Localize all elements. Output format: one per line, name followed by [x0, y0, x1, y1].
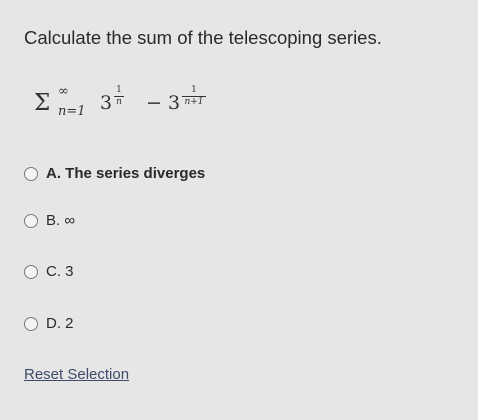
- question-prompt: Calculate the sum of the telescoping ser…: [24, 27, 382, 48]
- option-b[interactable]: B. ∞: [24, 212, 75, 229]
- option-a-letter: A.: [46, 165, 61, 182]
- option-d-letter: D.: [46, 315, 61, 332]
- option-b-letter: B.: [46, 212, 61, 229]
- series-formula: Σ ∞ n=1 3 1 n − 3 1 n+1: [34, 84, 234, 130]
- option-b-radio[interactable]: [24, 213, 38, 228]
- upper-limit: ∞: [58, 84, 69, 99]
- option-c[interactable]: C. 3: [24, 263, 74, 280]
- option-a-text: The series diverges: [65, 165, 206, 182]
- exp2-denominator: n+1: [184, 97, 204, 107]
- term2-base: 3: [168, 92, 181, 114]
- term1-base: 3: [100, 92, 113, 114]
- option-d[interactable]: D. 2: [24, 315, 74, 332]
- option-c-radio[interactable]: [24, 264, 38, 279]
- exp1-denominator: n: [116, 97, 122, 107]
- exp1-numerator: 1: [116, 85, 122, 95]
- term2-exponent: 1 n+1: [182, 86, 206, 107]
- exp2-numerator: 1: [191, 85, 197, 95]
- option-d-radio[interactable]: [24, 316, 38, 331]
- term1-exponent: 1 n: [114, 86, 124, 107]
- reset-selection-link[interactable]: Reset Selection: [24, 366, 129, 383]
- option-a-radio[interactable]: [24, 166, 38, 181]
- option-c-letter: C.: [46, 263, 61, 280]
- option-c-text: 3: [65, 263, 74, 280]
- option-a[interactable]: A. The series diverges: [24, 165, 205, 182]
- option-d-text: 2: [65, 315, 74, 332]
- lower-limit: n=1: [58, 104, 86, 119]
- sigma-symbol: Σ: [34, 90, 51, 116]
- minus-sign: −: [146, 92, 162, 114]
- option-b-text: ∞: [64, 212, 76, 229]
